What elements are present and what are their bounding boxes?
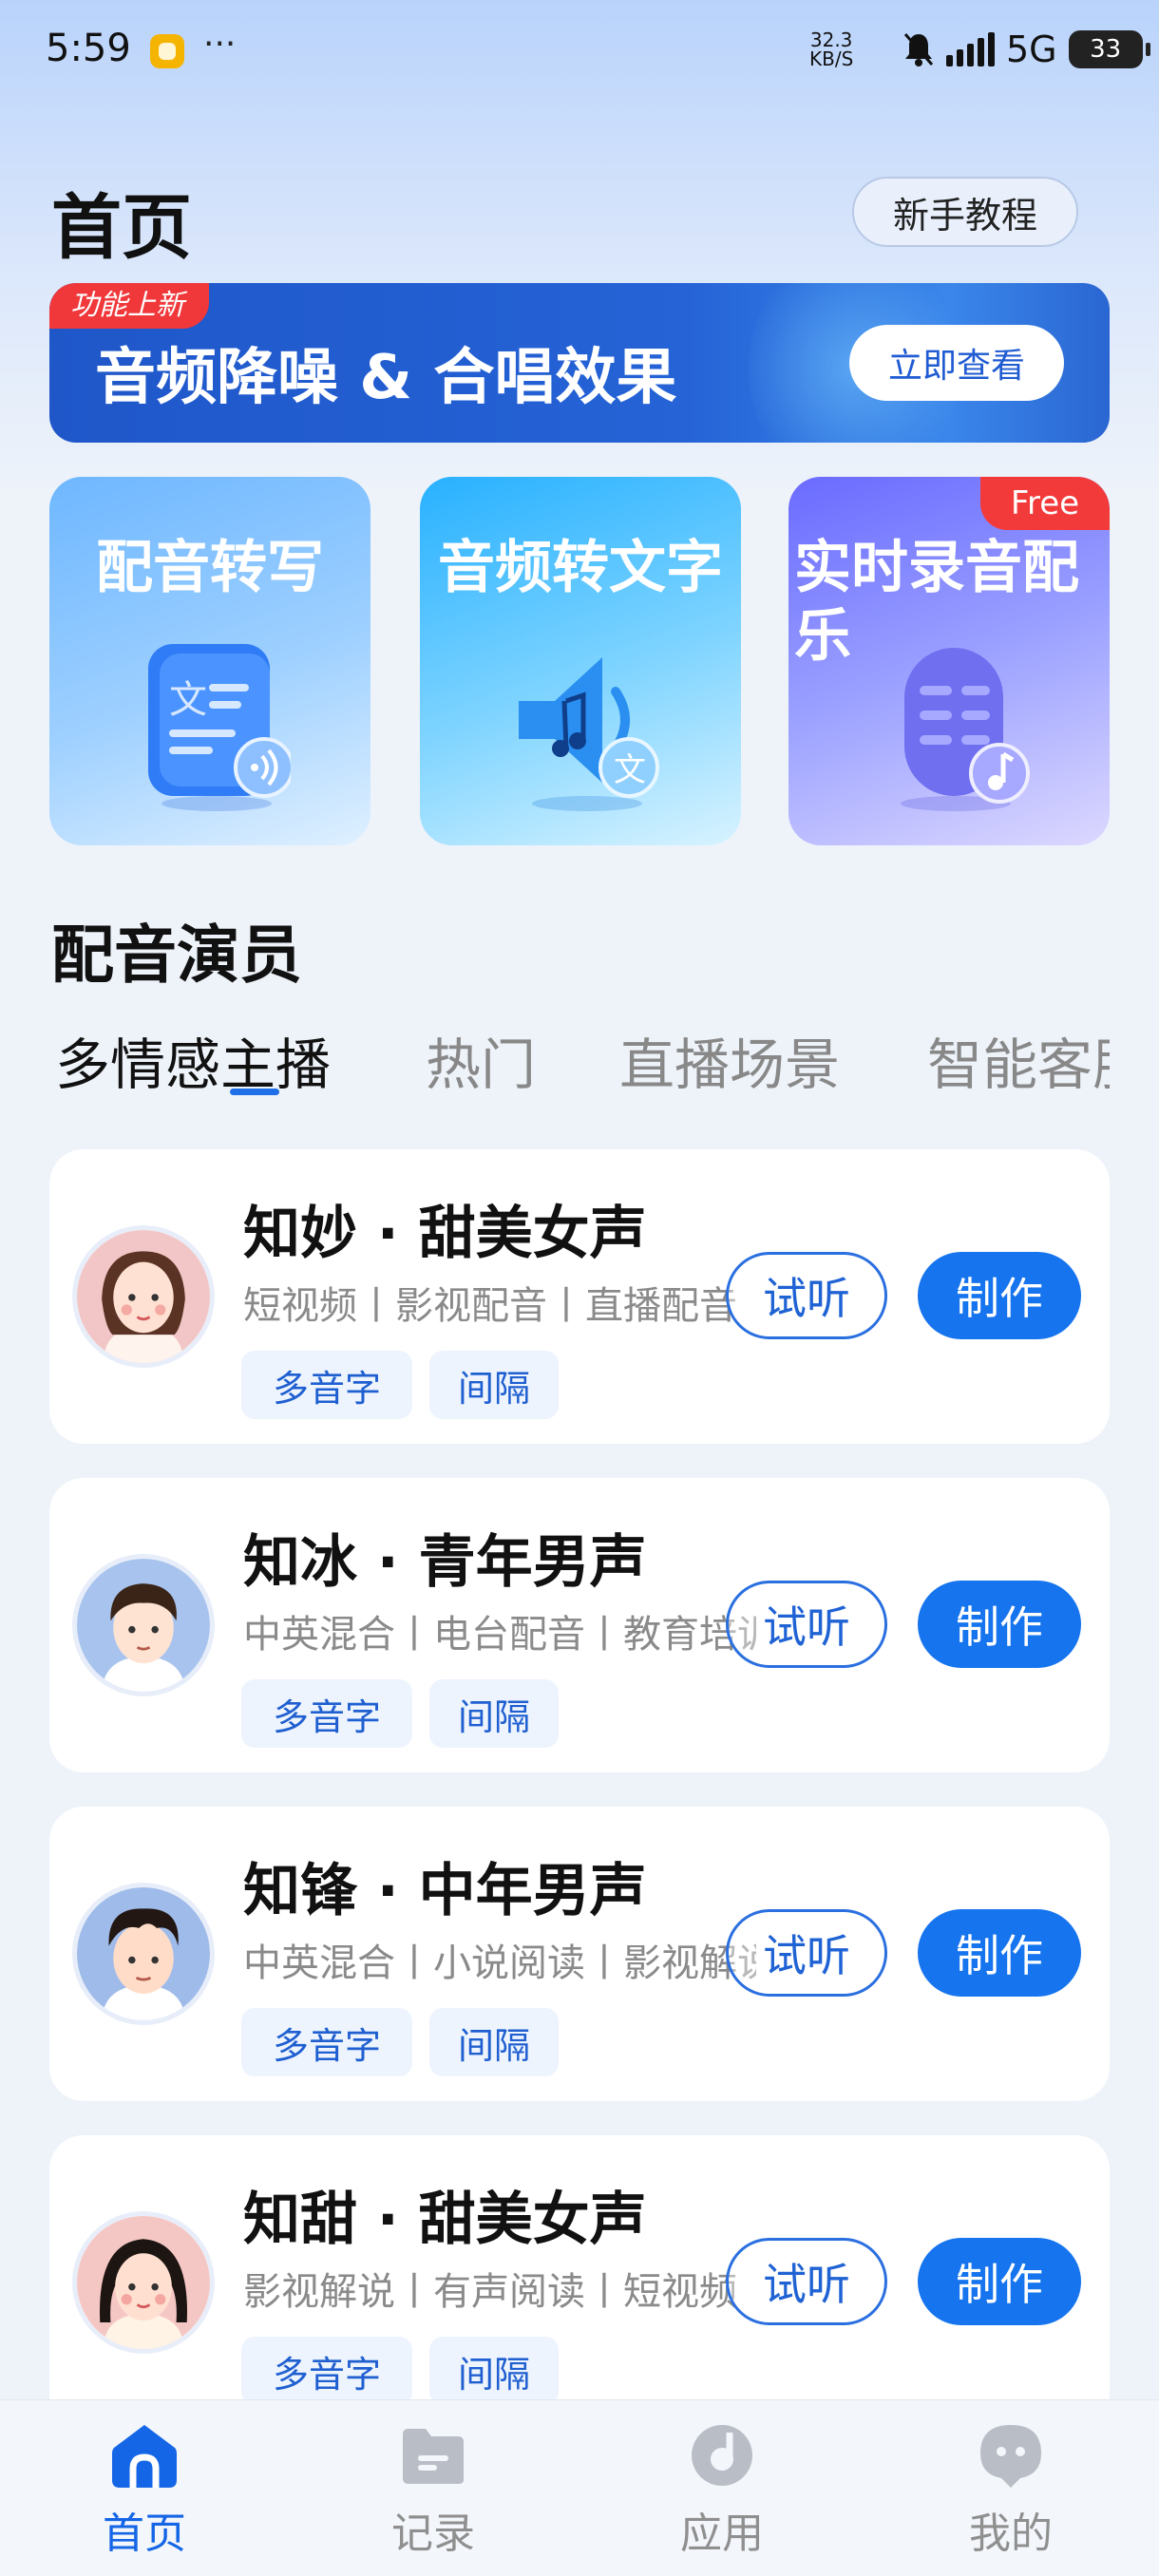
bottom-nav: 首页 记录 应用 我的 bbox=[0, 2399, 1159, 2576]
avatar bbox=[72, 1554, 215, 1696]
section-title: 配音演员 bbox=[51, 919, 302, 992]
listen-button[interactable]: 试听 bbox=[726, 1581, 887, 1668]
voice-description: 中英混合丨小说阅读丨影视解说 bbox=[243, 1941, 756, 1985]
voice-description: 短视频丨影视配音丨直播配音 bbox=[243, 1284, 737, 1328]
page-title: 首页 bbox=[51, 187, 192, 269]
voice-description: 中英混合丨电台配音丨教育培训 bbox=[243, 1613, 756, 1657]
tag-polyphone: 多音字 bbox=[241, 1679, 412, 1748]
document-audio-icon: 文 bbox=[148, 644, 291, 811]
avatar bbox=[72, 1225, 215, 1368]
make-button[interactable]: 制作 bbox=[918, 1909, 1081, 1997]
more-notifications-icon: ··· bbox=[203, 25, 237, 64]
network-speed: 32.3 KB/S bbox=[809, 30, 853, 68]
nav-label: 应用 bbox=[680, 2510, 764, 2558]
feature-card-audio-to-text[interactable]: 音频转文字 文 bbox=[420, 477, 741, 845]
apps-icon bbox=[692, 2425, 752, 2486]
active-tab-indicator bbox=[230, 1089, 279, 1095]
nav-label: 我的 bbox=[969, 2510, 1053, 2558]
listen-button[interactable]: 试听 bbox=[726, 1909, 887, 1997]
status-time: 5:59 bbox=[46, 27, 131, 70]
nav-label: 记录 bbox=[391, 2510, 475, 2558]
tag-interval: 间隔 bbox=[429, 2008, 559, 2076]
voice-name: 知妙 · 甜美女声 bbox=[243, 1201, 647, 1267]
mute-bell-icon bbox=[903, 33, 934, 66]
status-icons: 5G 33 bbox=[902, 28, 1150, 70]
voice-card[interactable]: 知锋 · 中年男声 中英混合丨小说阅读丨影视解说 多音字 间隔 试听 制作 bbox=[49, 1807, 1110, 2101]
svg-text:文: 文 bbox=[169, 678, 207, 722]
voice-card[interactable]: 知冰 · 青年男声 中英混合丨电台配音丨教育培训 多音字 间隔 试听 制作 bbox=[49, 1478, 1110, 1772]
voice-name: 知锋 · 中年男声 bbox=[243, 1858, 647, 1924]
banner-new-tag: 功能上新 bbox=[49, 283, 209, 329]
banner-title: 音频降噪 & 合唱效果 bbox=[95, 343, 677, 413]
voice-description: 影视解说丨有声阅读丨短视频 bbox=[243, 2270, 737, 2314]
tab-popular[interactable]: 热门 bbox=[426, 1020, 536, 1096]
battery-icon: 33 bbox=[1068, 30, 1150, 68]
make-button[interactable]: 制作 bbox=[918, 1581, 1081, 1668]
avatar bbox=[72, 1883, 215, 2025]
voice-card[interactable]: 知妙 · 甜美女声 短视频丨影视配音丨直播配音 多音字 间隔 试听 制作 bbox=[49, 1149, 1110, 1444]
network-type: 5G bbox=[1006, 28, 1057, 70]
banner-view-button[interactable]: 立即查看 bbox=[849, 325, 1064, 401]
folder-icon bbox=[403, 2429, 464, 2484]
make-button[interactable]: 制作 bbox=[918, 1252, 1081, 1339]
tag-interval: 间隔 bbox=[429, 1351, 559, 1419]
make-button[interactable]: 制作 bbox=[918, 2238, 1081, 2325]
network-speed-value: 32.3 bbox=[809, 28, 853, 51]
status-bar: 5:59 ··· 32.3 KB/S 5G 33 bbox=[0, 0, 1159, 104]
tag-polyphone: 多音字 bbox=[241, 1351, 412, 1419]
feature-title: 音频转文字 bbox=[438, 535, 723, 601]
tag-polyphone: 多音字 bbox=[241, 2008, 412, 2076]
signal-icon bbox=[946, 32, 995, 66]
tag-interval: 间隔 bbox=[429, 2337, 559, 2405]
nav-apps[interactable]: 应用 bbox=[627, 2421, 817, 2560]
feature-title: 配音转写 bbox=[96, 535, 324, 601]
tab-livestream[interactable]: 直播场景 bbox=[619, 1020, 840, 1096]
speaker-text-icon: 文 bbox=[519, 657, 659, 811]
voice-name: 知甜 · 甜美女声 bbox=[243, 2187, 647, 2253]
feature-card-dubbing-transcribe[interactable]: 配音转写 文 bbox=[49, 477, 370, 845]
microphone-music-icon bbox=[901, 648, 1030, 811]
listen-button[interactable]: 试听 bbox=[726, 1252, 887, 1339]
nav-profile[interactable]: 我的 bbox=[916, 2421, 1106, 2560]
app-notification-icon bbox=[150, 34, 184, 68]
promo-banner[interactable]: 功能上新 音频降噪 & 合唱效果 立即查看 bbox=[49, 283, 1110, 443]
category-tabs: 多情感主播 热门 直播场景 智能客服 bbox=[55, 1020, 1110, 1096]
listen-button[interactable]: 试听 bbox=[726, 2238, 887, 2325]
nav-label: 首页 bbox=[103, 2510, 186, 2558]
network-speed-unit: KB/S bbox=[809, 47, 854, 70]
tab-smart-service[interactable]: 智能客服 bbox=[927, 1020, 1110, 1096]
voice-card[interactable]: 知甜 · 甜美女声 影视解说丨有声阅读丨短视频 多音字 间隔 试听 制作 bbox=[49, 2135, 1110, 2430]
avatar bbox=[72, 2211, 215, 2354]
nav-records[interactable]: 记录 bbox=[338, 2421, 528, 2560]
home-icon bbox=[112, 2425, 177, 2488]
tag-polyphone: 多音字 bbox=[241, 2337, 412, 2405]
tag-interval: 间隔 bbox=[429, 1679, 559, 1748]
svg-text:文: 文 bbox=[614, 751, 646, 789]
tutorial-button[interactable]: 新手教程 bbox=[852, 177, 1078, 247]
feature-card-live-record-music[interactable]: Free 实时录音配乐 bbox=[788, 477, 1110, 845]
tab-emotional-host[interactable]: 多情感主播 bbox=[55, 1020, 331, 1096]
free-badge: Free bbox=[980, 477, 1110, 530]
voice-name: 知冰 · 青年男声 bbox=[243, 1529, 647, 1596]
nav-home[interactable]: 首页 bbox=[49, 2421, 239, 2560]
profile-icon bbox=[980, 2425, 1041, 2488]
